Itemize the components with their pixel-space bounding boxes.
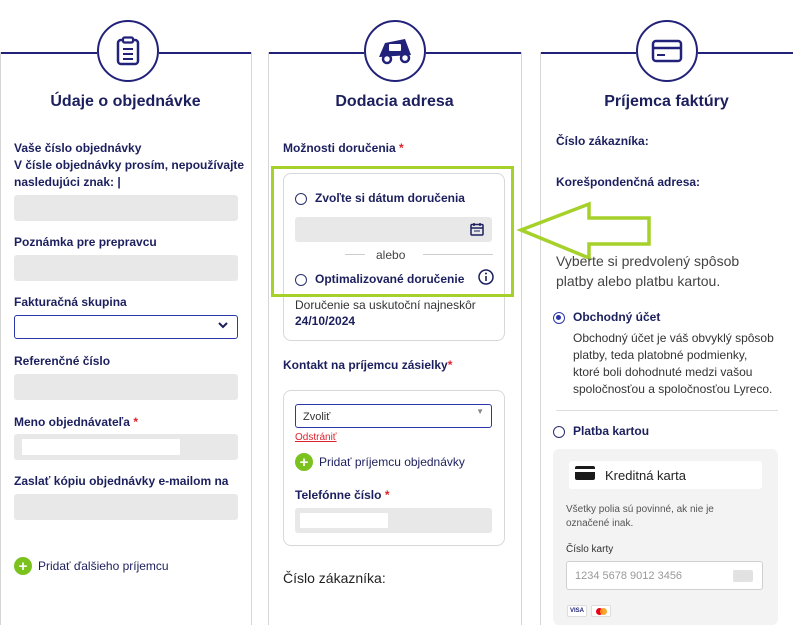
- order-details-title: Údaje o objednávke: [50, 93, 201, 110]
- card-number-label: Číslo karty: [566, 544, 614, 555]
- column-border: [540, 52, 541, 625]
- email-copy-label: Zaslať kópiu objednávky e-mailom na: [14, 474, 229, 488]
- reference-label: Referenčné číslo: [14, 354, 111, 368]
- column-border: [521, 52, 522, 625]
- mandatory-note: Všetky polia sú povinné, ak nie je označ…: [566, 504, 714, 529]
- redacted-value: [22, 439, 180, 455]
- orderer-name-input[interactable]: [14, 434, 238, 460]
- delivery-address-title: Dodacia adresa: [335, 93, 454, 110]
- delivery-note: Doručenie sa uskutoční najneskôr: [295, 298, 476, 312]
- header-line: [540, 52, 636, 54]
- card-payment-option[interactable]: Platba kartou: [553, 423, 649, 440]
- phone-input[interactable]: [295, 508, 492, 533]
- carrier-note-label: Poznámka pre prepravcu: [14, 235, 157, 249]
- visa-icon: VISA: [567, 605, 587, 617]
- contact-select[interactable]: Zvoliť ▼: [295, 404, 492, 428]
- invoice-recipient-title: Príjemca faktúry: [604, 93, 729, 110]
- column-border: [251, 52, 252, 625]
- order-number-label-1: Vaše číslo objednávky: [14, 141, 142, 155]
- card-number-input[interactable]: 1234 5678 9012 3456: [566, 561, 763, 590]
- redacted-value: [300, 513, 388, 528]
- order-number-label-3: nasledujúci znak: |: [14, 175, 121, 189]
- delivery-date: 24/10/2024: [295, 314, 356, 328]
- account-description: Obchodný účet je váš obvyklý spôsob plat…: [573, 331, 774, 396]
- column-border: [268, 52, 269, 625]
- billing-group-select[interactable]: [14, 315, 238, 339]
- customer-number-label: Číslo zákazníka:: [283, 570, 386, 586]
- add-recipient-button[interactable]: + Pridať ďalšieho príjemcu: [14, 557, 169, 575]
- carrier-note-input[interactable]: [14, 255, 238, 281]
- radio-button[interactable]: [553, 425, 565, 438]
- header-line: [698, 52, 793, 54]
- radio-button-selected[interactable]: [553, 311, 565, 324]
- order-number-input[interactable]: [14, 195, 238, 221]
- column-border: [0, 52, 1, 625]
- phone-label: Telefónne číslo *: [295, 488, 390, 502]
- billing-group-label: Fakturačná skupina: [14, 295, 127, 309]
- delivery-options-label: Možnosti doručenia *: [283, 141, 404, 155]
- header-line: [0, 52, 97, 54]
- plus-icon: +: [295, 453, 313, 471]
- reference-input[interactable]: [14, 374, 238, 400]
- delivery-truck-icon: [364, 20, 426, 82]
- credit-card-icon: [575, 465, 595, 485]
- caret-down-icon: ▼: [476, 407, 484, 416]
- orderer-name-label: Meno objednávateľa *: [14, 415, 138, 429]
- plus-icon: +: [14, 557, 32, 575]
- header-line: [426, 52, 522, 54]
- header-line: [159, 52, 252, 54]
- business-account-option[interactable]: Obchodný účet: [553, 309, 660, 326]
- remove-link[interactable]: Odstrániť: [295, 430, 337, 446]
- payment-intro: Vyberte si predvolený spôsob platby aleb…: [556, 253, 740, 289]
- email-copy-input[interactable]: [14, 494, 238, 520]
- credit-card-icon: [636, 20, 698, 82]
- customer-number-label: Číslo zákazníka:: [556, 134, 649, 148]
- contact-label: Kontakt na príjemcu zásielky*: [283, 358, 453, 372]
- address-label: Korešpondenčná adresa:: [556, 175, 701, 189]
- header-line: [268, 52, 364, 54]
- chevron-down-icon: [217, 319, 229, 334]
- order-number-label-2: V čísle objednávky prosím, nepoužívajte: [14, 158, 245, 172]
- highlight-box: [271, 166, 514, 297]
- credit-card-header: Kreditná karta: [569, 461, 762, 489]
- add-contact-button[interactable]: + Pridať príjemcu objednávky: [295, 453, 465, 471]
- divider: [556, 410, 778, 411]
- clipboard-icon: [97, 20, 159, 82]
- mastercard-icon: [591, 605, 611, 617]
- card-type-icon: [733, 570, 753, 582]
- card-brands: VISA: [567, 605, 611, 617]
